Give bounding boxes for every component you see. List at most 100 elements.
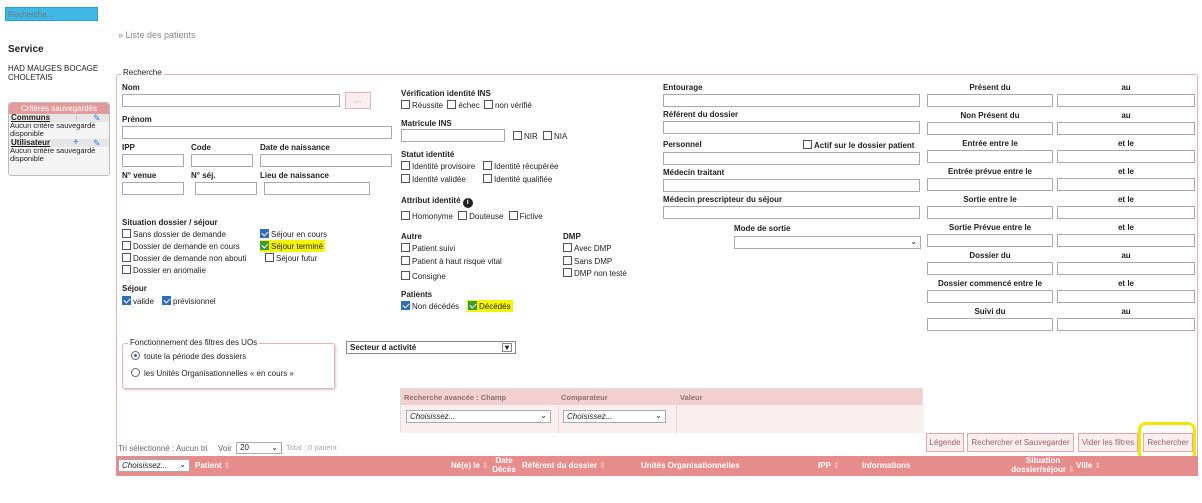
checkbox[interactable] xyxy=(122,296,131,305)
uo-option-en-cours[interactable]: les Unités Organisationnelles « en cours… xyxy=(131,368,294,378)
checkbox[interactable] xyxy=(401,100,410,109)
situation-anomalie[interactable]: Dossier en anomalie xyxy=(122,265,206,275)
medecin-prescripteur-field[interactable] xyxy=(663,206,920,219)
checkbox[interactable] xyxy=(483,174,492,183)
checkbox[interactable] xyxy=(508,211,518,220)
checkbox[interactable] xyxy=(401,271,410,280)
date-to-field[interactable] xyxy=(1057,94,1195,107)
statut-validee[interactable]: Identité validée xyxy=(401,174,466,184)
date-from-field[interactable] xyxy=(927,150,1053,163)
date-to-field[interactable] xyxy=(1057,262,1195,275)
column-unites[interactable]: Unités Organisationnelles xyxy=(641,457,740,475)
situation-sejour-termine[interactable]: Séjour terminé xyxy=(260,240,326,252)
checkbox[interactable] xyxy=(803,140,812,149)
checkbox[interactable] xyxy=(401,243,410,252)
date-from-field[interactable] xyxy=(927,262,1053,275)
checkbox[interactable] xyxy=(401,174,410,183)
checkbox[interactable] xyxy=(458,211,468,220)
nom-search-button[interactable]: ... xyxy=(345,92,371,109)
checkbox[interactable] xyxy=(563,268,572,277)
date-to-field[interactable] xyxy=(1057,150,1195,163)
column-ne-le[interactable]: Né(e) le ⇕ xyxy=(451,457,489,475)
checkbox[interactable] xyxy=(260,229,269,238)
checkbox[interactable] xyxy=(401,161,410,170)
date-from-field[interactable] xyxy=(927,234,1053,247)
checkbox[interactable] xyxy=(401,256,410,265)
rechercher-sauvegarder-button[interactable]: Rechercher et Sauvegarder xyxy=(967,433,1074,452)
num-sej-field[interactable] xyxy=(195,182,257,195)
column-date-deces[interactable]: Date Décès xyxy=(491,456,517,474)
actif-dossier-option[interactable]: Actif sur le dossier patient xyxy=(803,140,914,150)
edit-icon[interactable]: ✎ xyxy=(93,138,101,149)
medecin-traitant-field[interactable] xyxy=(663,179,920,192)
patients-non-decedes[interactable]: Non décédés xyxy=(401,301,459,311)
column-patient[interactable]: Patient ⇕ xyxy=(195,457,230,475)
uo-option-toute-periode[interactable]: toute la période des dossiers xyxy=(131,351,246,361)
nom-field[interactable] xyxy=(122,94,340,107)
checkbox[interactable] xyxy=(447,100,457,109)
column-informations[interactable]: Informations xyxy=(862,457,910,475)
secteur-select[interactable]: Secteur d activité ▾ xyxy=(346,341,516,354)
statut-recuperee[interactable]: Identité récupérée xyxy=(483,161,559,171)
add-icon[interactable]: ↑ xyxy=(74,113,79,123)
num-venue-field[interactable] xyxy=(122,182,184,195)
situation-non-abouti[interactable]: Dossier de demande non abouti xyxy=(122,253,246,263)
checkbox[interactable] xyxy=(483,100,493,109)
checkbox[interactable] xyxy=(483,161,492,170)
date-naissance-field[interactable] xyxy=(260,154,392,167)
advanced-champ-select[interactable]: Choisissez... ⌄ xyxy=(406,410,551,423)
prenom-field[interactable] xyxy=(122,126,392,139)
situation-sejour-en-cours[interactable]: Séjour en cours xyxy=(260,229,327,239)
mode-sortie-select[interactable]: ⌄ xyxy=(734,236,921,249)
column-referent[interactable]: Référent du dossier ⇕ xyxy=(522,457,606,475)
column-ipp[interactable]: IPP ⇕ xyxy=(818,457,840,475)
info-icon[interactable]: i xyxy=(462,198,473,208)
add-icon[interactable]: + xyxy=(73,137,79,148)
autre-patient-suivi[interactable]: Patient suivi xyxy=(401,243,455,253)
ipp-field[interactable] xyxy=(122,154,184,167)
radio[interactable] xyxy=(131,351,140,360)
lieu-naissance-field[interactable] xyxy=(264,182,370,195)
autre-consigne[interactable]: Consigne xyxy=(401,271,446,281)
search-input[interactable] xyxy=(5,7,98,21)
checkbox[interactable] xyxy=(122,229,131,238)
dmp-non-teste[interactable]: DMP non testé xyxy=(563,268,627,278)
personnel-field[interactable] xyxy=(663,152,920,165)
entourage-field[interactable] xyxy=(663,94,920,107)
column-ville[interactable]: Ville ⇕ xyxy=(1076,457,1101,475)
date-from-field[interactable] xyxy=(927,206,1053,219)
checkbox[interactable] xyxy=(401,211,410,220)
date-from-field[interactable] xyxy=(927,94,1053,107)
matricule-field[interactable] xyxy=(401,129,505,142)
date-to-field[interactable] xyxy=(1057,234,1195,247)
date-from-field[interactable] xyxy=(927,318,1053,331)
checkbox[interactable] xyxy=(122,241,131,250)
vider-filtres-button[interactable]: Vider les filtres xyxy=(1078,433,1138,452)
rechercher-button[interactable]: Rechercher xyxy=(1143,433,1193,452)
dmp-sans[interactable]: Sans DMP xyxy=(563,256,612,266)
checkbox[interactable] xyxy=(563,243,572,252)
patients-decedes[interactable]: Décédés xyxy=(467,300,513,312)
date-to-field[interactable] xyxy=(1057,318,1195,331)
date-to-field[interactable] xyxy=(1057,122,1195,135)
situation-sejour-futur[interactable]: Séjour futur xyxy=(265,253,317,263)
breadcrumb[interactable]: » Liste des patients xyxy=(118,30,196,40)
checkbox[interactable] xyxy=(122,253,131,262)
autre-haut-risque[interactable]: Patient à haut risque vital xyxy=(401,256,502,266)
table-action-select[interactable]: Choisissez... ⌄ xyxy=(118,459,190,472)
checkbox[interactable] xyxy=(543,131,553,140)
checkbox[interactable] xyxy=(260,241,269,250)
dmp-avec[interactable]: Avec DMP xyxy=(563,243,612,253)
referent-field[interactable] xyxy=(663,121,920,134)
column-situation[interactable]: Situation dossier/séjour ⇕ xyxy=(1011,456,1075,474)
advanced-comparateur-select[interactable]: Choisissez... ⌄ xyxy=(563,410,666,423)
checkbox[interactable] xyxy=(563,256,572,265)
statut-qualifiee[interactable]: Identité qualifiée xyxy=(483,174,552,184)
date-from-field[interactable] xyxy=(927,290,1053,303)
checkbox[interactable] xyxy=(122,265,131,274)
situation-sans-dossier[interactable]: Sans dossier de demande xyxy=(122,229,226,239)
edit-icon[interactable]: ✎ xyxy=(93,113,101,124)
checkbox[interactable] xyxy=(401,301,410,310)
date-to-field[interactable] xyxy=(1057,290,1195,303)
date-from-field[interactable] xyxy=(927,178,1053,191)
